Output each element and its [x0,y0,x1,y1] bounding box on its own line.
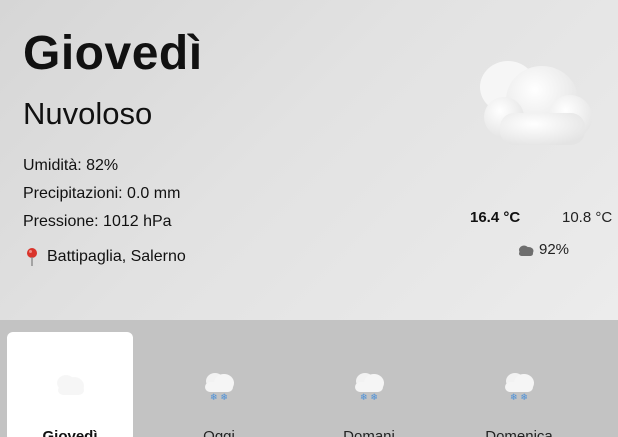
cloud-icon [57,375,84,395]
day-card-label: Giovedì [42,428,98,437]
pressure-stat: Pressione: 1012 hPa [23,213,172,230]
condition-text: Nuvoloso [23,96,153,131]
temp-min: 10.8 °C [562,209,613,226]
cloud-icon [480,61,592,145]
location: Battipaglia, Salerno [23,247,186,267]
location-text: Battipaglia, Salerno [47,248,186,265]
snow-cloud-icon: ❄ ❄ [205,373,234,403]
cloud-cover: 92% [517,241,569,258]
day-card-domenica[interactable]: ❄ ❄ Domenica [456,332,582,437]
day-card-label: Oggi [203,428,235,437]
svg-text:❄ ❄: ❄ ❄ [210,393,228,403]
snow-cloud-icon: ❄ ❄ [505,373,534,403]
humidity-stat: Umidità: 82% [23,157,119,174]
day-title: Giovedì [23,27,203,80]
day-card-label: Domani [343,428,395,437]
temp-max: 16.4 °C [470,209,521,226]
location-pin-icon [27,248,37,266]
cloud-cover-icon [519,245,534,256]
snow-cloud-icon: ❄ ❄ [355,373,384,403]
day-card-domani[interactable]: ❄ ❄ Domani [306,332,432,437]
cloud-cover-value: 92% [539,241,570,258]
day-card-label: Domenica [485,428,553,437]
weather-hero: Giovedì Nuvoloso Umidità: 82% Precipitaz… [0,0,618,320]
svg-text:❄ ❄: ❄ ❄ [510,393,528,403]
precipitation-stat: Precipitazioni: 0.0 mm [23,185,181,202]
svg-text:❄ ❄: ❄ ❄ [360,393,378,403]
day-card-giovedi[interactable]: Giovedì [7,332,133,437]
day-card-oggi[interactable]: ❄ ❄ Oggi [156,332,282,437]
